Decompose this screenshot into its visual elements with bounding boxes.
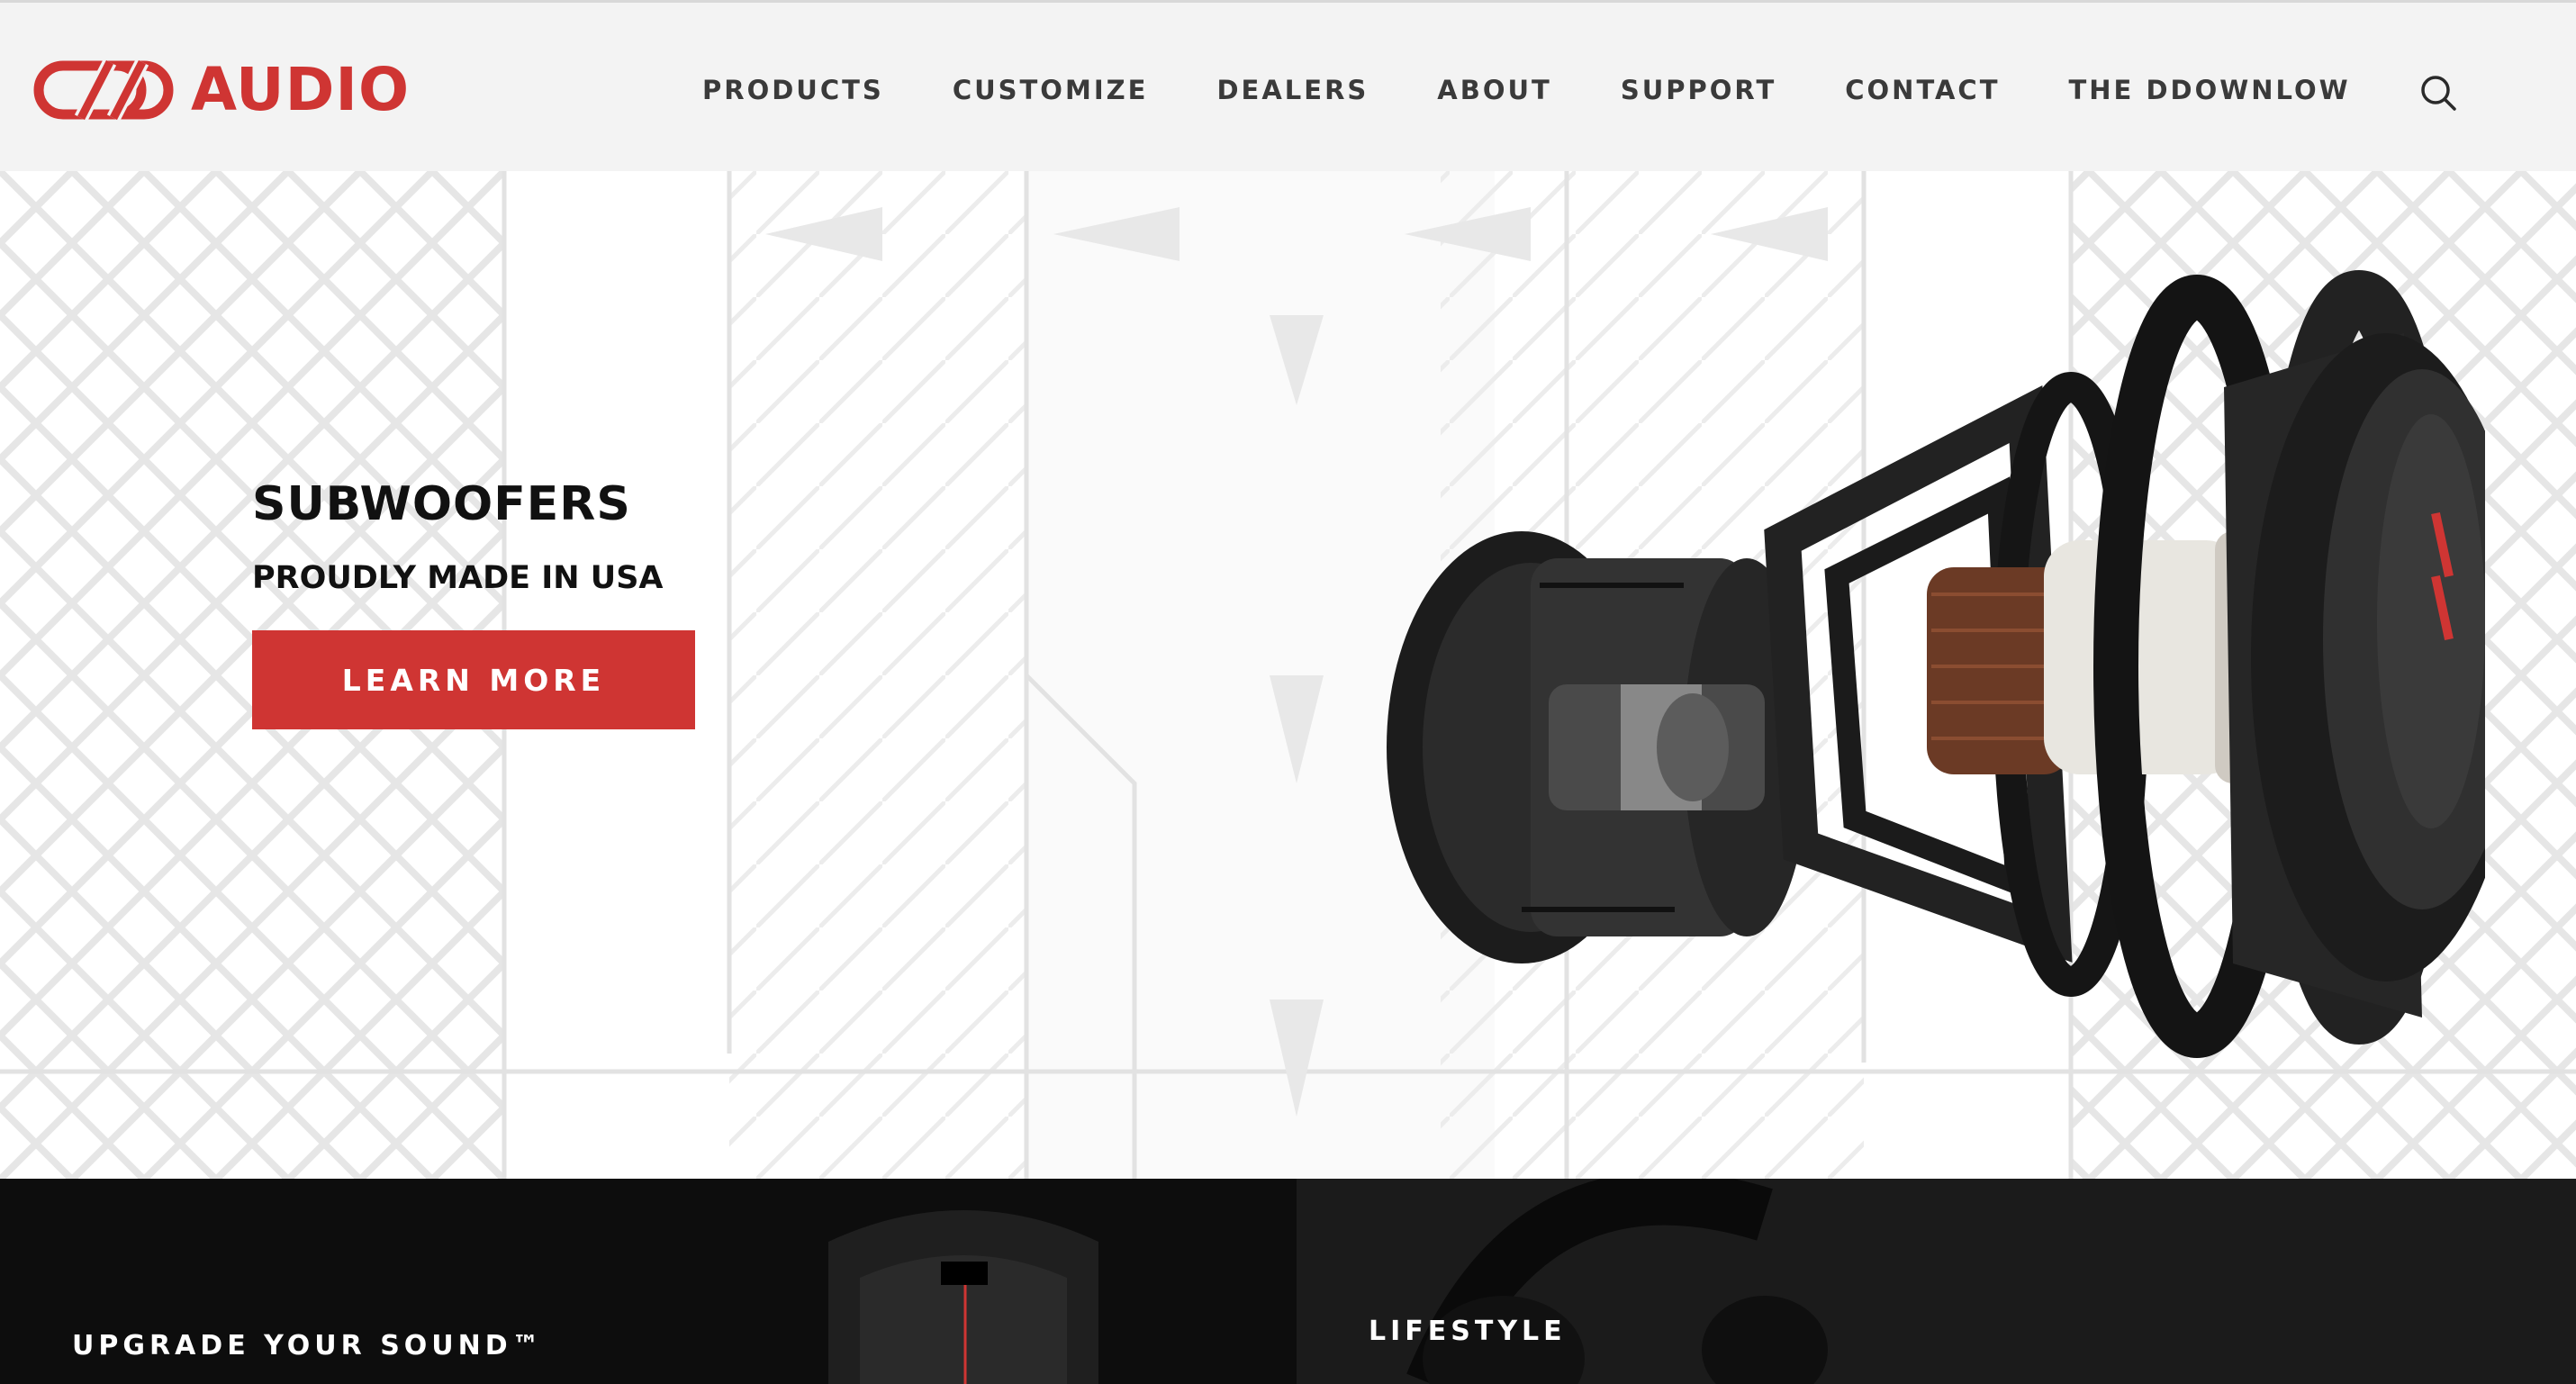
hero-subtitle: PROUDLY MADE IN USA <box>252 560 664 596</box>
nav-about[interactable]: ABOUT <box>1437 75 1552 105</box>
nav-the-ddownlow[interactable]: THE DDOWNLOW <box>2068 75 2350 105</box>
lifestyle-label: LIFESTYLE <box>1369 1316 1567 1347</box>
nav-contact[interactable]: CONTACT <box>1845 75 2000 105</box>
nav-products[interactable]: PRODUCTS <box>702 75 884 105</box>
learn-more-button[interactable]: LEARN MORE <box>252 630 695 729</box>
subwoofer-exploded-view-image <box>1387 270 2485 1058</box>
search-icon[interactable] <box>2418 73 2458 113</box>
dd-logo-icon <box>33 59 174 122</box>
nav-customize[interactable]: CUSTOMIZE <box>953 75 1149 105</box>
main-nav: PRODUCTS CUSTOMIZE DEALERS ABOUT SUPPORT… <box>702 59 2351 122</box>
upgrade-your-sound-label: UPGRADE YOUR SOUND™ <box>72 1330 544 1361</box>
logo-wordmark: AUDIO <box>191 55 411 124</box>
headphones-image <box>1297 1179 2576 1384</box>
hero-title: SUBWOOFERS <box>252 477 631 531</box>
page: AUDIO PRODUCTS CUSTOMIZE DEALERS ABOUT S… <box>0 0 2576 1384</box>
site-header: AUDIO PRODUCTS CUSTOMIZE DEALERS ABOUT S… <box>0 0 2576 171</box>
hero-banner: SUBWOOFERS PROUDLY MADE IN USA LEARN MOR… <box>0 171 2576 1179</box>
lifestyle-tile[interactable]: LIFESTYLE <box>1297 1179 2576 1384</box>
brand-logo[interactable]: AUDIO <box>27 59 410 122</box>
upgrade-your-sound-tile[interactable]: UPGRADE YOUR SOUND™ <box>0 1179 1297 1384</box>
nav-dealers[interactable]: DEALERS <box>1216 75 1369 105</box>
nav-support[interactable]: SUPPORT <box>1621 75 1776 105</box>
